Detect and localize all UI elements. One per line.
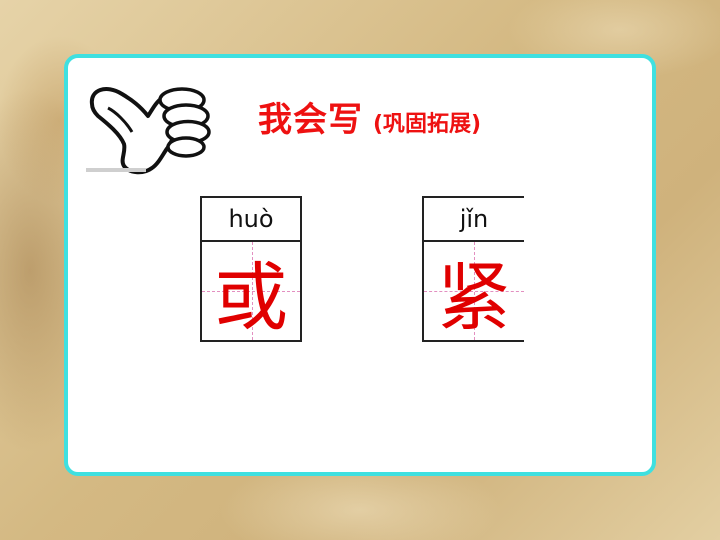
hanzi-character: 或 [214,254,288,341]
hanzi-character: 紧 [437,254,511,341]
title-main: 我会写 [258,100,363,140]
character-card-huo: huò 或 [200,196,302,342]
writing-grid: 或 [202,242,300,341]
writing-grid: 紧 [424,242,524,341]
thumbs-up-icon [86,87,211,175]
pinyin-label: huò [202,198,300,242]
title-subtitle: (巩固拓展) [373,112,482,137]
slide-title: 我会写 (巩固拓展) [258,92,482,140]
pinyin-label: jǐn [424,198,524,242]
character-card-jin: jǐn 紧 [422,196,524,342]
